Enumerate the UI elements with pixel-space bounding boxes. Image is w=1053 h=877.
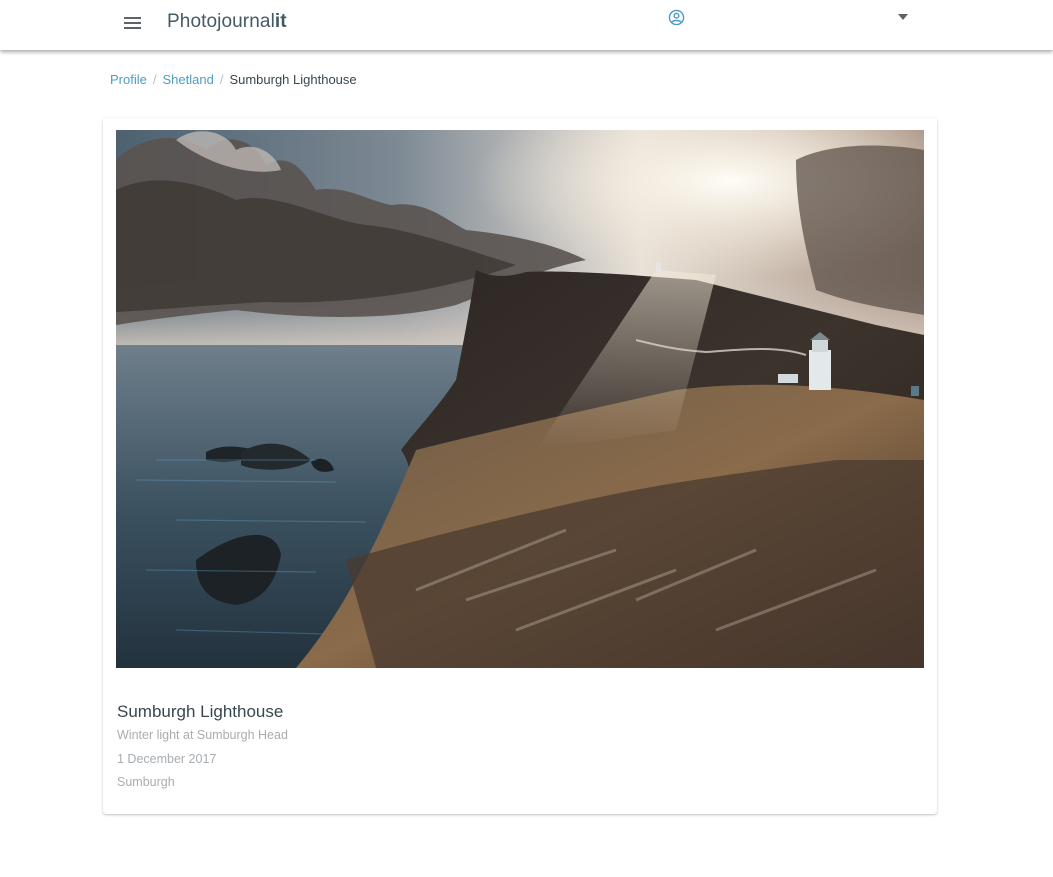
photo-card: Sumburgh Lighthouse Winter light at Sumb… bbox=[103, 118, 937, 814]
photo-title: Sumburgh Lighthouse bbox=[117, 702, 284, 721]
breadcrumb-separator: / bbox=[152, 72, 157, 87]
account-circle-icon[interactable] bbox=[668, 9, 685, 26]
breadcrumb-current: Sumburgh Lighthouse bbox=[229, 72, 357, 87]
photo-caption: Winter light at Sumburgh Head bbox=[117, 728, 288, 742]
breadcrumb-link-shetland[interactable]: Shetland bbox=[162, 72, 213, 87]
hamburger-menu-icon[interactable] bbox=[124, 17, 141, 29]
brand-text: Photojournal bbox=[167, 11, 275, 32]
breadcrumb-separator: / bbox=[219, 72, 224, 87]
breadcrumb: Profile / Shetland / Sumburgh Lighthouse bbox=[110, 72, 357, 87]
caret-down-icon[interactable] bbox=[898, 14, 908, 20]
brand-text-bold: it bbox=[274, 11, 287, 32]
photo-image[interactable] bbox=[116, 130, 924, 668]
photo-date: 1 December 2017 bbox=[117, 752, 217, 766]
photo-location: Sumburgh bbox=[117, 775, 175, 789]
breadcrumb-link-profile[interactable]: Profile bbox=[110, 72, 147, 87]
top-app-bar: Photojournalit bbox=[0, 0, 1053, 50]
app-brand[interactable]: Photojournalit bbox=[167, 11, 287, 33]
